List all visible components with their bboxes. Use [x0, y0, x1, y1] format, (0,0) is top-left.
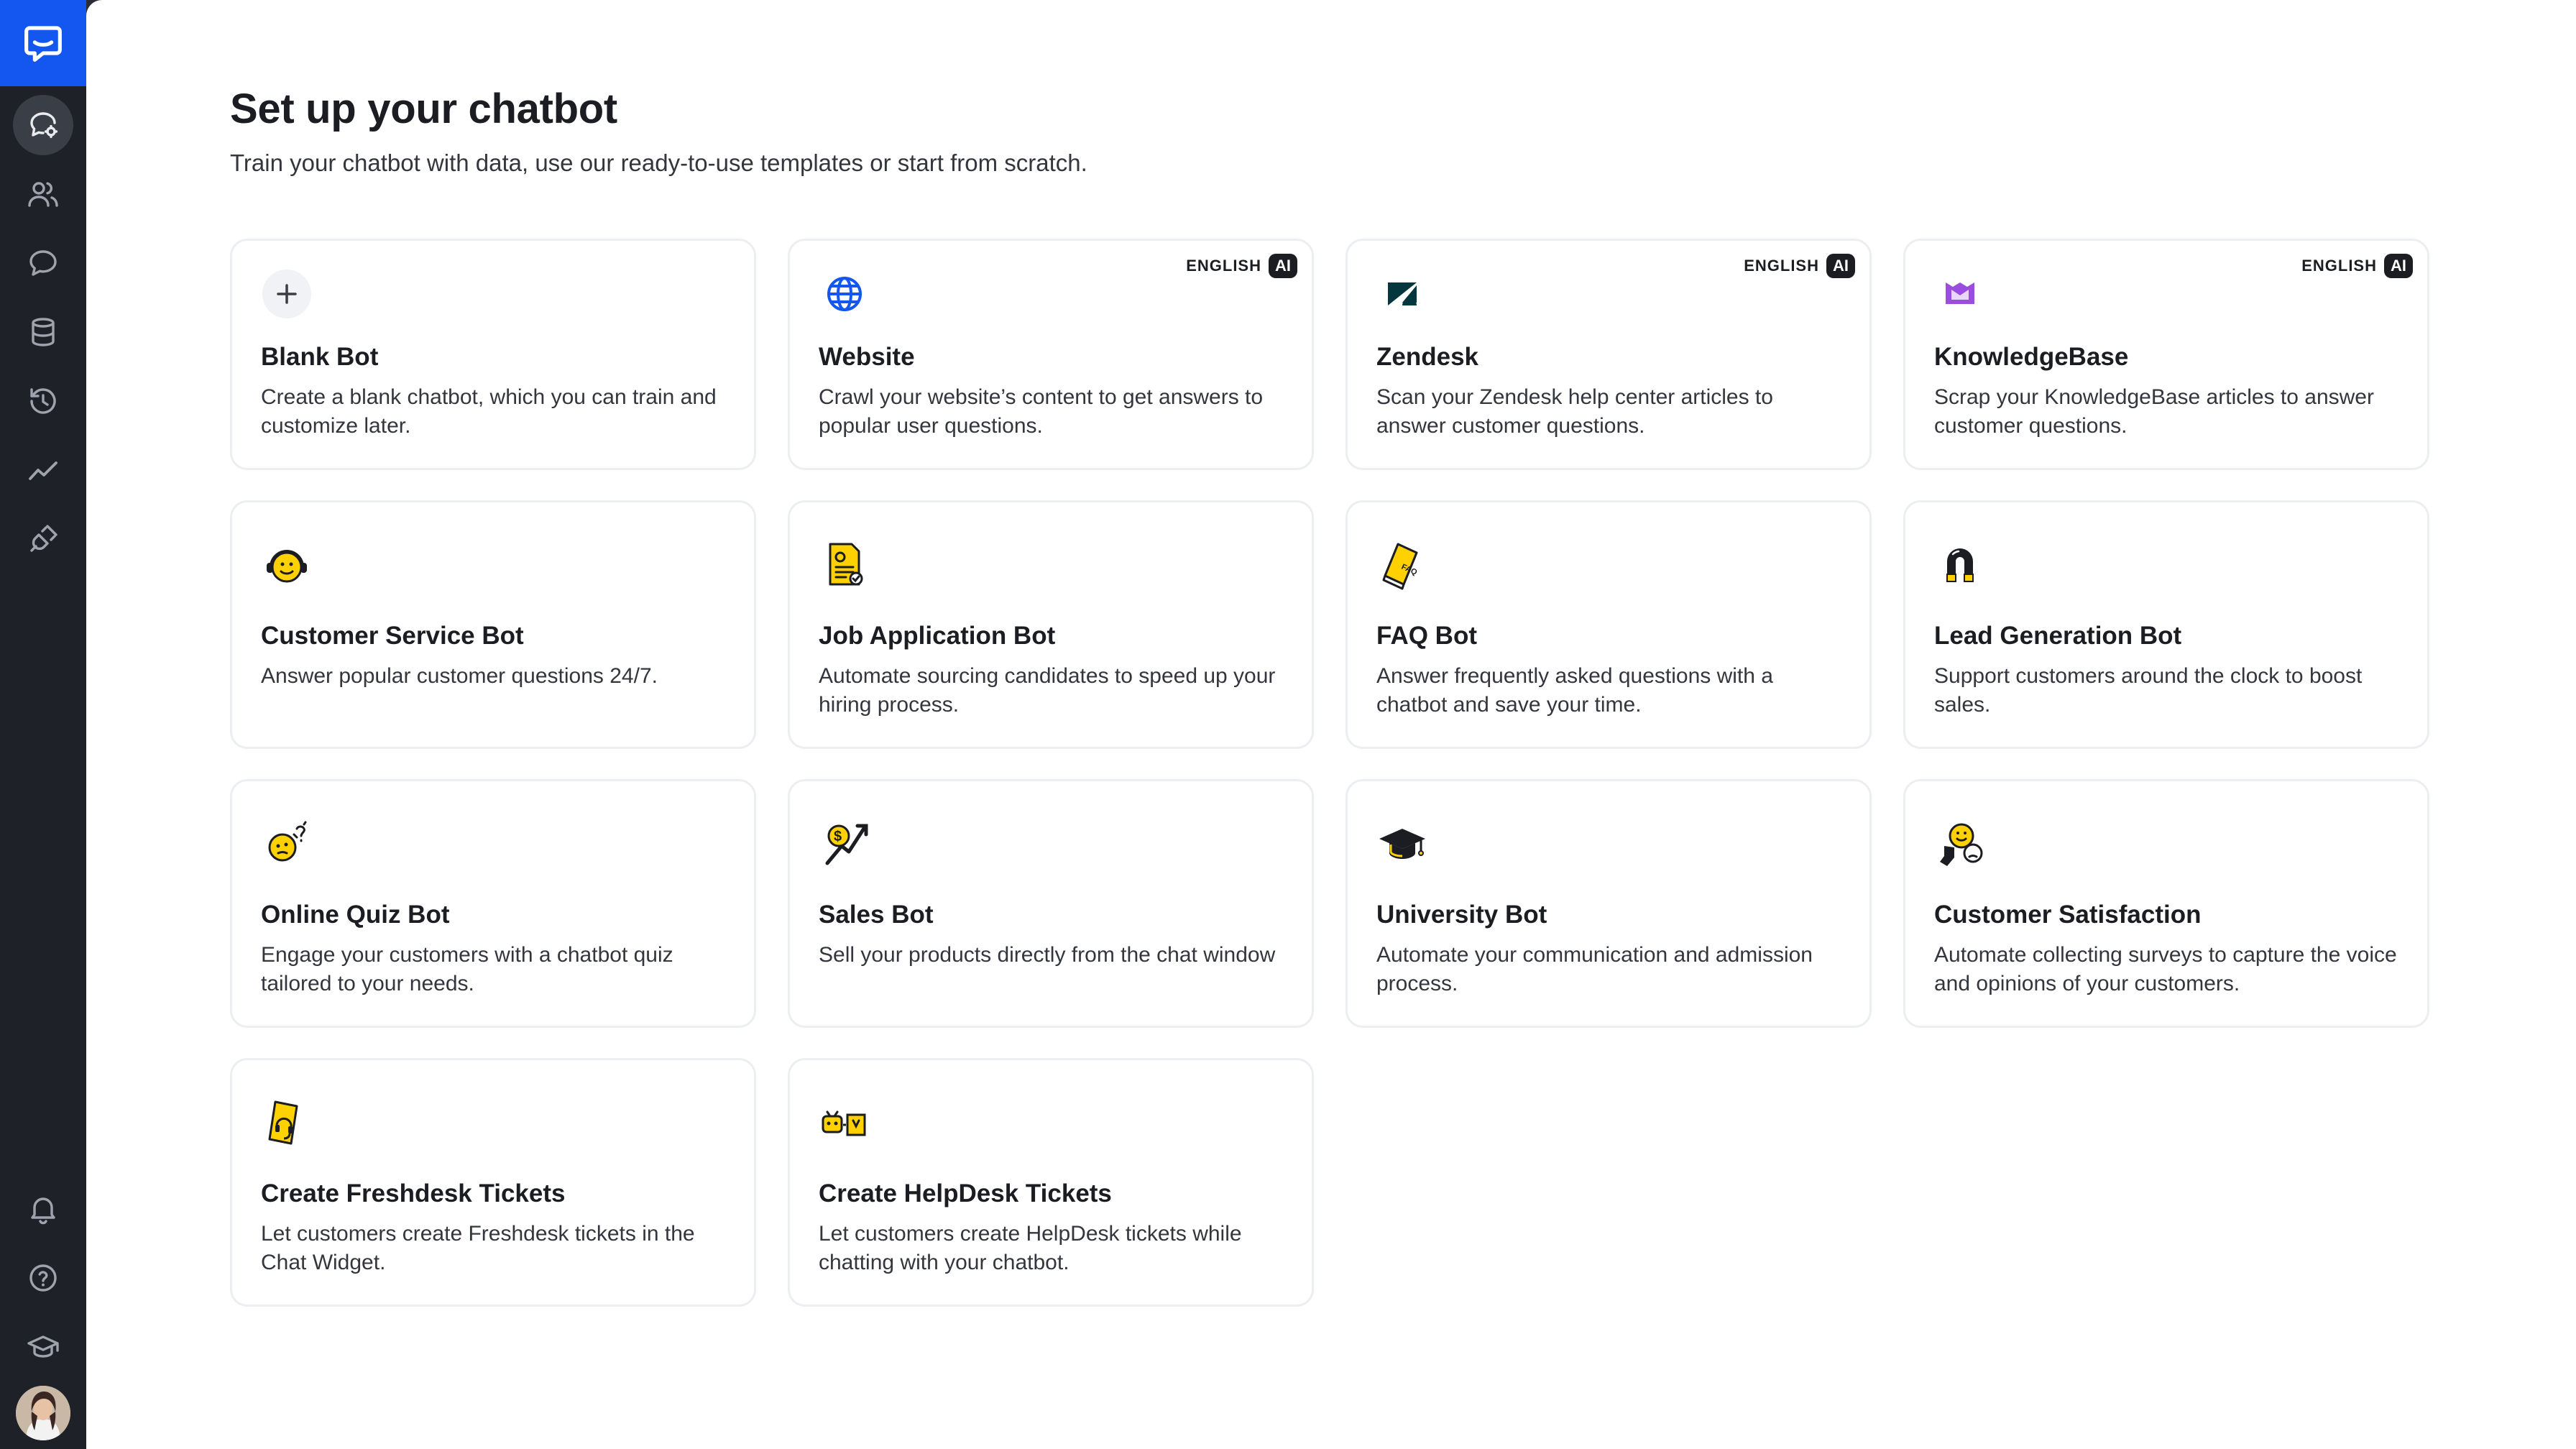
sidebar-item-chatbots[interactable]	[13, 95, 73, 155]
card-description: Answer frequently asked questions with a…	[1376, 664, 1773, 717]
language-label: ENGLISH	[1186, 257, 1261, 275]
language-ai-badge: ENGLISH AI	[1744, 254, 1855, 278]
template-card-website[interactable]: ENGLISH AI Website Crawl your website’s …	[788, 239, 1314, 470]
faq-book-icon: FAQ	[1376, 538, 1428, 590]
help-icon	[29, 1264, 57, 1292]
academy-icon	[27, 1335, 59, 1358]
template-card-blank-bot[interactable]: Blank Bot Create a blank chatbot, which …	[230, 239, 756, 470]
satisfaction-faces-icon	[1934, 817, 1986, 869]
app-logo[interactable]	[0, 0, 86, 86]
card-title: Website	[819, 343, 915, 371]
language-label: ENGLISH	[2301, 257, 2377, 275]
sidebar-item-help[interactable]	[13, 1248, 73, 1308]
history-icon	[30, 388, 56, 414]
chatbots-icon	[30, 112, 58, 139]
language-ai-badge: ENGLISH AI	[2301, 254, 2413, 278]
ai-badge: AI	[1269, 254, 1297, 278]
template-card-faq-bot[interactable]: FAQ FAQ Bot Answer frequently asked ques…	[1346, 500, 1872, 749]
ai-badge: AI	[2384, 254, 2413, 278]
integrations-plug-icon	[30, 525, 58, 552]
sidebar-item-users[interactable]	[13, 164, 73, 224]
users-icon	[28, 182, 58, 207]
language-label: ENGLISH	[1744, 257, 1819, 275]
avatar[interactable]	[16, 1386, 70, 1440]
sidebar-item-integrations[interactable]	[13, 509, 73, 569]
template-card-create-helpdesk-tickets[interactable]: Create HelpDesk Tickets Let customers cr…	[788, 1058, 1314, 1307]
card-description: Engage your customers with a chatbot qui…	[261, 943, 673, 995]
page-subtitle: Train your chatbot with data, use our re…	[230, 150, 1087, 176]
card-description: Create a blank chatbot, which you can tr…	[261, 385, 717, 438]
card-title: Zendesk	[1376, 343, 1478, 371]
card-title: University Bot	[1376, 901, 1547, 929]
main-content: Set up your chatbot Train your chatbot w…	[86, 0, 2576, 1449]
globe-icon	[819, 268, 870, 320]
card-title: Customer Service Bot	[261, 622, 524, 650]
card-title: Blank Bot	[261, 343, 379, 371]
template-card-online-quiz-bot[interactable]: Online Quiz Bot Engage your customers wi…	[230, 779, 756, 1028]
user-avatar-image	[16, 1386, 70, 1440]
svg-text:$: $	[834, 829, 842, 845]
template-card-sales-bot[interactable]: $ Sales Bot Sell your products directly …	[788, 779, 1314, 1028]
sidebar-item-conversations[interactable]	[13, 233, 73, 293]
template-card-create-freshdesk-tickets[interactable]: Create Freshdesk Tickets Let customers c…	[230, 1058, 756, 1307]
card-description: Let customers create HelpDesk tickets wh…	[819, 1222, 1242, 1274]
card-title: Online Quiz Bot	[261, 901, 450, 929]
card-description: Crawl your website’s content to get answ…	[819, 385, 1264, 438]
graduation-cap-icon	[1376, 817, 1428, 869]
reports-icon	[29, 461, 58, 480]
language-ai-badge: ENGLISH AI	[1186, 254, 1297, 278]
sidebar-item-academy[interactable]	[13, 1317, 73, 1377]
template-card-job-application-bot[interactable]: Job Application Bot Automate sourcing ca…	[788, 500, 1314, 749]
ai-badge: AI	[1826, 254, 1855, 278]
card-title: Lead Generation Bot	[1934, 622, 2182, 650]
plus-icon	[261, 268, 313, 320]
card-description: Support customers around the clock to bo…	[1934, 664, 2363, 717]
helpdesk-ticket-icon	[819, 1096, 870, 1148]
card-description: Let customers create Freshdesk tickets i…	[261, 1222, 695, 1274]
chat-bubble-logo-icon	[24, 26, 62, 62]
card-title: Customer Satisfaction	[1934, 901, 2202, 929]
template-card-university-bot[interactable]: University Bot Automate your communicati…	[1346, 779, 1872, 1028]
card-title: Create Freshdesk Tickets	[261, 1179, 566, 1208]
card-title: FAQ Bot	[1376, 622, 1477, 650]
sidebar	[0, 0, 86, 1449]
card-description: Sell your products directly from the cha…	[819, 943, 1276, 967]
template-card-knowledgebase[interactable]: ENGLISH AI KnowledgeBase Scrap your Know…	[1903, 239, 2429, 470]
template-card-customer-service-bot[interactable]: Customer Service Bot Answer popular cust…	[230, 500, 756, 749]
sidebar-item-data[interactable]	[13, 302, 73, 362]
magnet-icon	[1934, 538, 1986, 590]
template-card-zendesk[interactable]: ENGLISH AI Zendesk Scan your Zendesk hel…	[1346, 239, 1872, 470]
bell-icon	[31, 1197, 55, 1225]
card-title: Sales Bot	[819, 901, 934, 929]
sidebar-item-notifications[interactable]	[13, 1179, 73, 1239]
money-growth-icon: $	[819, 817, 870, 869]
quiz-thinking-icon	[261, 817, 313, 869]
sidebar-item-history[interactable]	[13, 371, 73, 431]
freshdesk-ticket-icon	[261, 1096, 313, 1148]
card-description: Scrap your KnowledgeBase articles to ans…	[1934, 385, 2374, 438]
knowledgebase-icon	[1934, 268, 1986, 320]
zendesk-icon	[1376, 268, 1428, 320]
card-title: KnowledgeBase	[1934, 343, 2129, 371]
card-description: Scan your Zendesk help center articles t…	[1376, 385, 1773, 438]
card-description: Automate sourcing candidates to speed up…	[819, 664, 1276, 717]
headset-smiley-icon	[261, 538, 313, 590]
sidebar-item-reports[interactable]	[13, 440, 73, 500]
card-description: Automate collecting surveys to capture t…	[1934, 943, 2397, 995]
template-card-lead-generation-bot[interactable]: Lead Generation Bot Support customers ar…	[1903, 500, 2429, 749]
conversations-icon	[29, 250, 57, 276]
page-title: Set up your chatbot	[230, 86, 617, 132]
card-description: Automate your communication and admissio…	[1376, 943, 1813, 995]
database-icon	[32, 318, 55, 346]
card-title: Create HelpDesk Tickets	[819, 1179, 1112, 1208]
resume-document-icon	[819, 538, 870, 590]
card-title: Job Application Bot	[819, 622, 1056, 650]
card-description: Answer popular customer questions 24/7.	[261, 664, 658, 688]
template-card-customer-satisfaction[interactable]: Customer Satisfaction Automate collectin…	[1903, 779, 2429, 1028]
